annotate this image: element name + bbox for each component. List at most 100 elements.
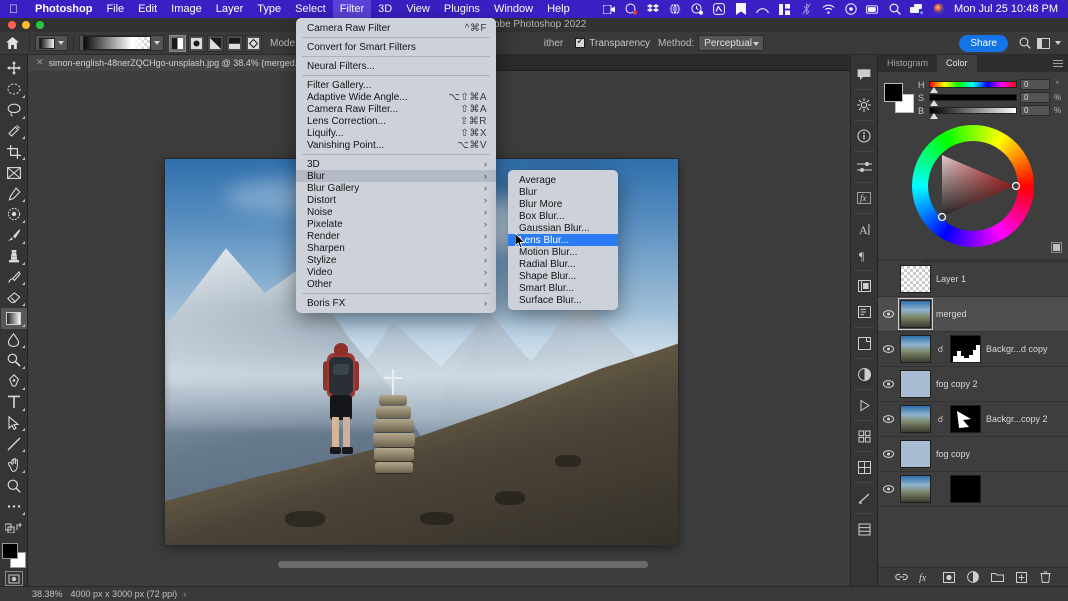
menu-photoshop[interactable]: Photoshop — [28, 0, 99, 18]
actions-icon[interactable] — [851, 392, 877, 418]
bookmark-icon[interactable] — [734, 3, 747, 16]
layer-styles-fx-icon[interactable]: fx — [851, 185, 877, 211]
globe-icon[interactable] — [668, 3, 681, 16]
layer-visibility-toggle[interactable] — [882, 415, 895, 423]
share-button[interactable]: Share — [959, 34, 1008, 52]
status-expand-arrow[interactable]: › — [183, 589, 186, 599]
bluetooth-off-icon[interactable] — [800, 3, 813, 16]
healing-brush-tool[interactable] — [1, 204, 27, 225]
gradient-swatch[interactable] — [83, 36, 151, 50]
menu-item-distort[interactable]: Distort › — [296, 194, 496, 206]
layer-name[interactable]: fog copy — [936, 449, 970, 459]
paragraph-icon[interactable]: ¶ — [851, 242, 877, 268]
search-icon[interactable] — [1016, 37, 1034, 49]
document-tab[interactable]: ✕ simon-english-48nerZQCHgo-unsplash.jpg… — [28, 54, 315, 71]
swatches-icon[interactable] — [851, 454, 877, 480]
brush-tool[interactable] — [1, 225, 27, 246]
layer-thumbnail[interactable] — [900, 475, 931, 503]
blur-tool[interactable] — [1, 329, 27, 350]
gradient-tool[interactable] — [0, 308, 27, 330]
menu-type[interactable]: Type — [250, 0, 288, 18]
line-tool[interactable] — [1, 433, 27, 454]
libraries-icon[interactable] — [851, 273, 877, 299]
hue-slider[interactable] — [929, 81, 1017, 93]
color-swatches[interactable] — [1, 542, 27, 568]
default-colors-swap[interactable] — [1, 517, 27, 538]
layer-visibility-toggle[interactable] — [882, 485, 895, 493]
zoom-level[interactable]: 38.38% — [0, 589, 71, 599]
menu-plugins[interactable]: Plugins — [437, 0, 487, 18]
move-tool[interactable] — [1, 58, 27, 79]
tab-color[interactable]: Color — [937, 55, 977, 72]
grid-icon[interactable] — [778, 3, 791, 16]
hand-tool[interactable] — [1, 454, 27, 475]
layer-thumbnail[interactable] — [900, 265, 931, 293]
frame-tool[interactable] — [1, 162, 27, 183]
app-badge-icon[interactable] — [624, 3, 637, 16]
control-center-icon[interactable] — [844, 3, 857, 16]
adjustment-layer-icon[interactable] — [967, 571, 980, 584]
menu-item-other[interactable]: Other › — [296, 278, 496, 290]
menu-bar-clock[interactable]: Mon Jul 25 10:48 PM — [954, 3, 1068, 15]
table-row[interactable]: Layer 1 — [878, 262, 1068, 297]
apple-logo-icon[interactable]:  — [0, 3, 28, 15]
mask-link-icon[interactable]: ☌ — [936, 414, 945, 425]
layer-visibility-toggle[interactable] — [882, 380, 895, 388]
home-icon[interactable] — [0, 37, 24, 49]
new-layer-icon[interactable] — [1015, 571, 1028, 584]
menu-image[interactable]: Image — [164, 0, 209, 18]
menu-item-vanishing-point[interactable]: Vanishing Point... ⌥⌘V — [296, 139, 496, 151]
radial-gradient-button[interactable] — [188, 34, 205, 52]
menu-item-camera-raw-filter[interactable]: Camera Raw Filter ^⌘F — [296, 22, 496, 34]
workspace-icon[interactable] — [1034, 37, 1052, 49]
comment-icon[interactable] — [851, 61, 877, 87]
layer-mask-thumbnail[interactable] — [950, 405, 981, 433]
layer-thumbnail[interactable] — [900, 335, 931, 363]
table-row[interactable]: ☌ Backgr...d copy — [878, 332, 1068, 367]
new-group-icon[interactable] — [990, 571, 1004, 584]
menu-filter[interactable]: Filter — [332, 0, 372, 18]
edit-toolbar-button[interactable] — [1, 496, 27, 517]
layer-thumbnail[interactable] — [900, 370, 931, 398]
tune-icon[interactable] — [851, 92, 877, 118]
layer-visibility-toggle[interactable] — [882, 450, 895, 458]
link-layers-icon[interactable] — [894, 571, 908, 584]
menu-item-liquify[interactable]: Liquify... ⇧⌘X — [296, 127, 496, 139]
search-icon[interactable] — [888, 3, 901, 16]
menu-window[interactable]: Window — [487, 0, 540, 18]
histogram-icon[interactable] — [851, 361, 877, 387]
lasso-tool[interactable] — [1, 100, 27, 121]
notes-icon[interactable] — [851, 299, 877, 325]
layer-thumbnail[interactable] — [898, 298, 933, 330]
tab-histogram[interactable]: Histogram — [878, 55, 937, 72]
character-icon[interactable]: A — [851, 216, 877, 242]
quick-selection-tool[interactable] — [1, 121, 27, 142]
zoom-tool[interactable] — [1, 475, 27, 496]
marquee-tool[interactable] — [1, 79, 27, 100]
type-tool[interactable] — [1, 392, 27, 413]
angle-gradient-button[interactable] — [207, 34, 224, 52]
menu-item-video[interactable]: Video › — [296, 266, 496, 278]
dropbox-icon[interactable] — [646, 3, 659, 16]
layer-list[interactable]: Layer 1 merged ☌ Backgr...d copy fog cop… — [878, 262, 1068, 567]
menu-item-blur[interactable]: Blur › — [296, 170, 496, 182]
crop-tool[interactable] — [1, 141, 27, 162]
brightness-value[interactable]: 0 — [1020, 105, 1050, 116]
diamond-gradient-button[interactable] — [245, 34, 262, 52]
layer-thumbnail[interactable] — [900, 405, 931, 433]
submenu-item-surface-blur[interactable]: Surface Blur... — [508, 294, 618, 306]
reflected-gradient-button[interactable] — [226, 34, 243, 52]
gradients-icon[interactable] — [851, 485, 877, 511]
menu-item-noise[interactable]: Noise › — [296, 206, 496, 218]
panel-menu-icon[interactable] — [1053, 60, 1063, 68]
menu-file[interactable]: File — [99, 0, 131, 18]
submenu-item-blur-more[interactable]: Blur More — [508, 198, 618, 210]
quick-mask-icon[interactable] — [4, 571, 23, 586]
layer-name[interactable]: Layer 1 — [936, 274, 966, 284]
dodge-tool[interactable] — [1, 350, 27, 371]
menu-item-stylize[interactable]: Stylize › — [296, 254, 496, 266]
delete-layer-icon[interactable] — [1039, 571, 1052, 584]
airdrop-icon[interactable] — [910, 3, 923, 16]
menu-item-filter-gallery[interactable]: Filter Gallery... — [296, 79, 496, 91]
eyedropper-tool[interactable] — [1, 183, 27, 204]
